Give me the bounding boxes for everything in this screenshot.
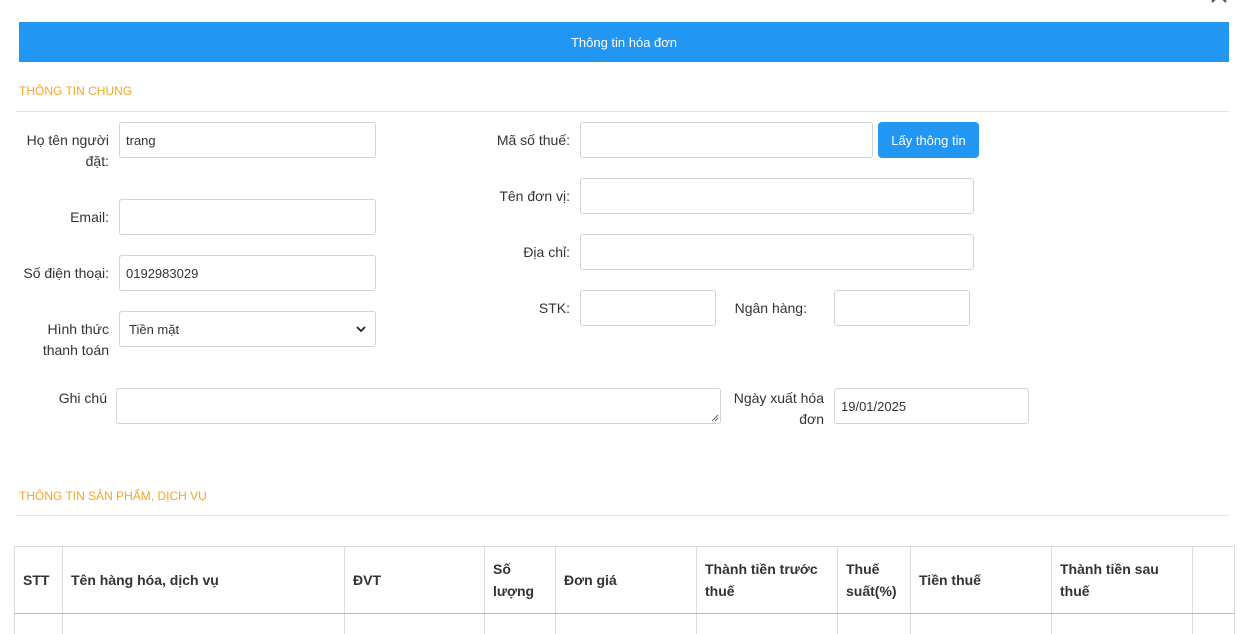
tax-code-input[interactable]	[580, 122, 873, 158]
col-header-after-tax-amount: Thành tiền sau thuế	[1052, 547, 1193, 614]
col-header-actions	[1193, 547, 1235, 614]
name-input[interactable]	[119, 122, 376, 158]
invoice-date-label: Ngày xuất hóađơn	[720, 388, 824, 430]
payment-method-label: Hình thứcthanh toán	[20, 319, 109, 361]
name-label: Họ tên ngườiđặt:	[20, 130, 109, 172]
section-title-products: THÔNG TIN SẢN PHẨM, DỊCH VỤ	[19, 489, 207, 503]
col-header-unit: ĐVT	[345, 547, 485, 614]
col-header-unit-price: Đơn giá	[556, 547, 697, 614]
col-header-tax-amount: Tiền thuế	[911, 547, 1052, 614]
col-header-tax-rate: Thuếsuất(%)	[838, 547, 911, 614]
address-label: Địa chỉ:	[470, 242, 570, 263]
note-label: Ghi chú	[20, 388, 107, 409]
unit-name-label: Tên đơn vị:	[470, 186, 570, 207]
dialog-title-bar: Thông tin hóa đơn	[19, 22, 1229, 62]
close-icon[interactable]	[1206, 0, 1234, 8]
resize-grip-icon[interactable]	[711, 414, 719, 422]
note-textarea[interactable]	[116, 388, 721, 424]
address-input[interactable]	[580, 234, 974, 270]
phone-input[interactable]	[119, 255, 376, 291]
table-row	[15, 614, 1235, 634]
chevron-down-icon	[356, 325, 366, 333]
unit-name-input[interactable]	[580, 178, 974, 214]
col-header-quantity: Sốlượng	[485, 547, 556, 614]
email-input[interactable]	[119, 199, 376, 235]
bank-label: Ngân hàng:	[720, 298, 807, 319]
products-table: STT Tên hàng hóa, dịch vụ ĐVT Sốlượng Đơ…	[14, 546, 1235, 634]
account-number-label: STK:	[470, 298, 570, 319]
payment-method-value: Tiền mặt	[129, 322, 179, 337]
table-header-row: STT Tên hàng hóa, dịch vụ ĐVT Sốlượng Đơ…	[15, 547, 1235, 614]
payment-method-select[interactable]: Tiền mặt	[119, 311, 376, 347]
invoice-date-input[interactable]	[834, 388, 1029, 424]
bank-input[interactable]	[834, 290, 970, 326]
phone-label: Số điện thoại:	[10, 263, 109, 284]
divider	[16, 515, 1229, 516]
col-header-pre-tax-amount: Thành tiền trướcthuế	[697, 547, 838, 614]
account-number-input[interactable]	[580, 290, 716, 326]
dialog-title: Thông tin hóa đơn	[571, 35, 677, 50]
tax-code-label: Mã số thuế:	[470, 130, 570, 151]
col-header-stt: STT	[15, 547, 63, 614]
section-title-general: THÔNG TIN CHUNG	[19, 84, 132, 98]
col-header-product-name: Tên hàng hóa, dịch vụ	[63, 547, 345, 614]
get-info-button[interactable]: Lấy thông tin	[878, 122, 979, 158]
email-label: Email:	[20, 207, 109, 228]
divider	[16, 111, 1229, 112]
